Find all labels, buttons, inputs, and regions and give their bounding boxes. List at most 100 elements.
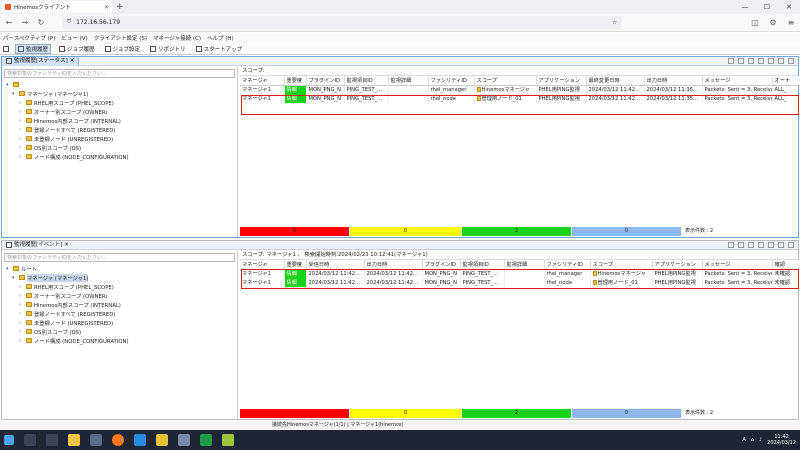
unconfirm-icon[interactable] [738, 242, 744, 248]
confirm-icon[interactable] [728, 242, 734, 248]
tree-node[interactable]: › OS別スコープ (OS) [6, 143, 237, 152]
pocket-icon[interactable]: ◫ [750, 18, 760, 27]
table-row[interactable]: マネージャ1 情報 MON_PNG_N PING_TEST_... rhel_manag… [240, 85, 800, 94]
expand-arrow-icon[interactable]: › [19, 109, 24, 115]
address-bar[interactable]: ⛉ 172.16.56.179 ☆ [62, 16, 622, 29]
minimize-icon[interactable]: — [734, 0, 756, 14]
tree-node[interactable]: ▾ ルート [6, 264, 237, 273]
back-icon[interactable]: ← [4, 18, 14, 27]
perspective-monitor-history[interactable]: 監視履歴 [15, 44, 52, 54]
column-header[interactable]: 受信日時 [306, 260, 365, 270]
excel-icon[interactable] [200, 434, 212, 446]
column-header[interactable]: 最終変更日時 [586, 76, 645, 86]
view-menu-icon[interactable] [788, 58, 794, 64]
tree-node[interactable]: › RHEL用スコープ (PHEL_SCOPE) [6, 282, 237, 291]
close-tab-icon[interactable]: ✕ [104, 4, 109, 11]
column-header[interactable]: プラグインID [422, 260, 461, 270]
column-header[interactable]: スコープ [590, 260, 653, 270]
column-header[interactable]: メッセージ [702, 260, 773, 270]
tree-node[interactable]: ▾ マネージャ (マネージャ1) [6, 273, 237, 282]
tree-node[interactable]: › OS別スコープ (OS) [6, 327, 237, 336]
delete-icon[interactable] [738, 58, 744, 64]
firefox-icon[interactable] [112, 434, 124, 446]
settings-icon[interactable] [778, 58, 784, 64]
perspective-open-icon[interactable] [3, 46, 9, 52]
column-header[interactable]: マネージャ [240, 260, 285, 270]
expand-arrow-icon[interactable]: ▾ [6, 266, 11, 272]
expand-arrow-icon[interactable]: › [19, 145, 24, 151]
expand-arrow-icon[interactable]: › [19, 311, 24, 317]
tree-node[interactable]: ▾ マネージャ (マネージャ1) [6, 89, 237, 98]
column-header[interactable]: メッセージ [702, 76, 773, 86]
menu-perspective[interactable]: パースペクティブ (P) [3, 34, 55, 42]
expand-arrow-icon[interactable]: › [19, 284, 24, 290]
new-tab-button[interactable]: + [116, 2, 124, 12]
task-view-icon[interactable] [46, 434, 58, 446]
filter-icon[interactable] [768, 58, 774, 64]
refresh-icon[interactable] [758, 58, 764, 64]
column-header[interactable]: アプリケーション [652, 260, 703, 270]
column-header[interactable]: 監視詳細 [504, 260, 545, 270]
maximize-icon[interactable]: ☐ [756, 0, 778, 14]
tree-node[interactable]: › オーナー別スコープ (OWNER) [6, 291, 237, 300]
language-icon[interactable]: A [742, 437, 745, 443]
column-header[interactable]: ファシリティID [544, 260, 591, 270]
app-icon[interactable] [222, 434, 234, 446]
vscode-icon[interactable] [134, 434, 146, 446]
reload-icon[interactable]: ↻ [36, 18, 46, 27]
table-row[interactable]: マネージャ1 情報 2024/03/12 11:42... 2024/03/12 11… [240, 278, 800, 287]
tree-node[interactable]: › 登録ノードすべて (REGISTERED) [6, 309, 237, 318]
expand-arrow-icon[interactable]: › [19, 136, 24, 142]
expand-arrow-icon[interactable]: › [19, 293, 24, 299]
extensions-icon[interactable]: ⚙ [768, 18, 778, 27]
expand-arrow-icon[interactable]: › [19, 329, 24, 335]
file-explorer-icon[interactable] [68, 434, 80, 446]
filter-icon[interactable] [768, 242, 774, 248]
download-icon[interactable] [748, 242, 754, 248]
tree-node[interactable]: › RHEL用スコープ (PHEL_SCOPE) [6, 98, 237, 107]
column-header[interactable]: 重要度 [284, 76, 307, 86]
confirm-icon[interactable] [748, 58, 754, 64]
tree-node[interactable]: › Hinemos内部スコープ (INTERNAL) [6, 116, 237, 125]
menu-manager-connection[interactable]: マネージャ接続 (C) [153, 34, 201, 42]
search-icon[interactable] [24, 434, 36, 446]
bookmark-star-icon[interactable]: ☆ [612, 20, 617, 26]
expand-arrow-icon[interactable]: › [19, 118, 24, 124]
column-header[interactable]: 確認 [772, 260, 800, 270]
view-menu-icon[interactable] [788, 242, 794, 248]
menu-help[interactable]: ヘルプ (H) [207, 34, 234, 42]
column-header[interactable]: 監視詳細 [388, 76, 429, 86]
clock[interactable]: 11:42 2024/03/12 [767, 434, 796, 446]
refresh-icon[interactable] [758, 242, 764, 248]
column-header[interactable]: プラグインID [306, 76, 345, 86]
table-row[interactable]: マネージャ1 情報 MON_PNG_N PING_TEST_... rhel_node 管… [240, 94, 800, 103]
tree-node[interactable]: ▾ [6, 80, 237, 89]
browser-tab[interactable]: Hinemosクライアント ✕ [2, 1, 112, 13]
column-header[interactable]: 監視項目ID [460, 260, 505, 270]
close-window-icon[interactable]: ✕ [778, 0, 800, 14]
expand-arrow-icon[interactable]: › [19, 302, 24, 308]
close-view-icon[interactable]: ✕ [64, 241, 69, 250]
table-row[interactable]: マネージャ1 情報 2024/03/12 11:42... 2024/03/12 11… [240, 269, 800, 278]
volume-icon[interactable]: ♪ [759, 437, 762, 443]
tree-node[interactable]: › ノード構成 (NODE_CONFIGURATION) [6, 336, 237, 345]
tree-node[interactable]: › 登録ノードすべて (REGISTERED) [6, 125, 237, 134]
column-header[interactable]: オーナ [772, 76, 800, 86]
expand-arrow-icon[interactable]: › [19, 320, 24, 326]
close-view-icon[interactable]: ✕ [70, 57, 75, 66]
menu-icon[interactable]: ≡ [786, 18, 796, 27]
column-header[interactable]: スコープ [474, 76, 537, 86]
perspective-startup[interactable]: スタートアップ [194, 45, 245, 53]
menu-view[interactable]: ビュー (V) [61, 34, 87, 42]
tree-node[interactable]: › ノード構成 (NODE_CONFIGURATION) [6, 152, 237, 161]
edit-icon[interactable] [728, 58, 734, 64]
column-header[interactable]: 出力日時 [364, 260, 423, 270]
app-icon[interactable] [178, 434, 190, 446]
expand-arrow-icon[interactable]: › [19, 154, 24, 160]
expand-arrow-icon[interactable]: ▾ [12, 91, 17, 97]
column-header[interactable]: マネージャ [240, 76, 285, 86]
start-icon[interactable] [4, 435, 14, 445]
facility-filter-input[interactable]: 検索対象のファシリティIDを入力ください... [4, 253, 235, 262]
expand-arrow-icon[interactable]: › [19, 127, 24, 133]
expand-arrow-icon[interactable]: ▾ [12, 275, 17, 281]
